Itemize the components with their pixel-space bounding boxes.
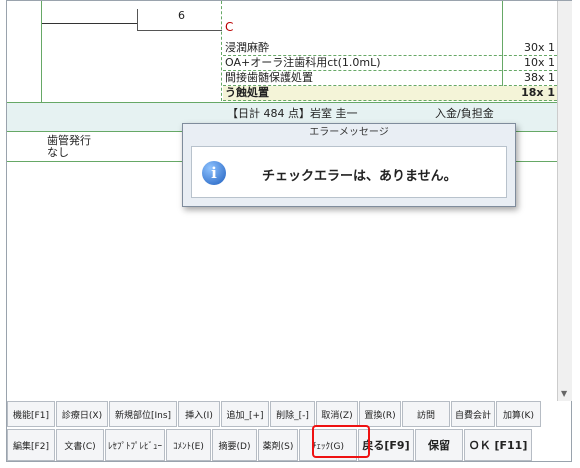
toolbar-button[interactable]: 新規部位[Ins] <box>109 401 177 427</box>
toolbar-button[interactable]: 診療日(X) <box>56 401 108 427</box>
procedure-code: C <box>225 20 234 34</box>
toolbar-button[interactable]: 自費会計 <box>451 401 495 427</box>
main-window: 6 C 浸潤麻酔 30x 1 OA+オーラ注歯科用ct(1.0mL) 10x 1 間接歯… <box>6 0 572 462</box>
toolbar-button[interactable]: ｺﾒﾝﾄ(E) <box>166 429 211 461</box>
toolbar-button[interactable]: ﾚｾﾌﾟﾄﾌﾟﾚﾋﾞｭｰ <box>105 429 165 461</box>
error-message-dialog: エラーメッセージ i チェックエラーは、ありません。 <box>182 123 516 207</box>
toolbar-button[interactable]: 加算(K) <box>496 401 541 427</box>
tooth-number: 6 <box>137 9 222 31</box>
dialog-body: i チェックエラーは、ありません。 <box>191 146 507 198</box>
procedure-amount: 18x 1 <box>521 86 555 99</box>
procedure-row[interactable]: OA+オーラ注歯科用ct(1.0mL) 10x 1 <box>223 56 557 71</box>
toolbar-button[interactable]: ＯＫ [F11] <box>464 429 532 461</box>
toolbar-button[interactable]: 薬剤(S) <box>258 429 298 461</box>
procedure-name: 間接歯髄保護処置 <box>225 71 313 84</box>
toolbar-button[interactable]: 機能[F1] <box>7 401 55 427</box>
toolbar-button[interactable]: 追加_[+] <box>221 401 269 427</box>
scroll-down-icon[interactable]: ▼ <box>561 389 567 398</box>
procedure-row[interactable]: 間接歯髄保護処置 38x 1 <box>223 71 557 86</box>
info-icon: i <box>202 161 226 185</box>
check-button-highlight <box>312 425 370 458</box>
tooth-chart-cell[interactable]: 6 <box>42 1 222 101</box>
procedure-row[interactable]: 浸潤麻酔 30x 1 <box>223 41 557 56</box>
toolbar-button[interactable]: 削除_[-] <box>270 401 315 427</box>
function-toolbar-1: 機能[F1] 診療日(X) 新規部位[Ins] 挿入(I) 追加_[+] 削除_[-] 取消… <box>7 401 571 427</box>
vertical-scrollbar[interactable]: ▼ <box>557 1 572 401</box>
procedure-list: 浸潤麻酔 30x 1 OA+オーラ注歯科用ct(1.0mL) 10x 1 間接歯髄保護処… <box>223 41 557 101</box>
tooth-chart-line <box>42 23 137 24</box>
toolbar-button[interactable]: 保留 <box>415 429 463 461</box>
daily-total-text: 【日計 484 点】岩室 圭一 <box>227 107 358 120</box>
toolbar-button[interactable]: 摘要(D) <box>212 429 257 461</box>
toolbar-button[interactable]: 編集[F2] <box>7 429 55 461</box>
procedure-name: う蝕処置 <box>225 86 269 99</box>
dialog-title: エラーメッセージ <box>309 127 389 138</box>
procedure-name: 浸潤麻酔 <box>225 41 269 54</box>
toolbar-button[interactable]: 訪問 <box>402 401 450 427</box>
toolbar-button[interactable]: 文書(C) <box>56 429 104 461</box>
toolbar-button[interactable]: 取消(Z) <box>316 401 358 427</box>
payment-label: 入金/負担金 <box>435 107 494 120</box>
issue-value: なし <box>47 146 69 159</box>
dialog-message: チェックエラーは、ありません。 <box>262 169 457 184</box>
procedure-amount: 38x 1 <box>523 71 555 84</box>
procedure-amount: 30x 1 <box>523 41 555 54</box>
function-toolbar-2: 編集[F2] 文書(C) ﾚｾﾌﾟﾄﾌﾟﾚﾋﾞｭｰ ｺﾒﾝﾄ(E) 摘要(D) 薬剤(S)… <box>7 429 571 461</box>
procedure-row[interactable]: う蝕処置 18x 1 <box>223 86 557 101</box>
procedure-amount: 10x 1 <box>523 56 555 69</box>
toolbar-button[interactable]: 挿入(I) <box>178 401 220 427</box>
toolbar-button[interactable]: 置換(R) <box>359 401 401 427</box>
procedure-name: OA+オーラ注歯科用ct(1.0mL) <box>225 56 381 69</box>
